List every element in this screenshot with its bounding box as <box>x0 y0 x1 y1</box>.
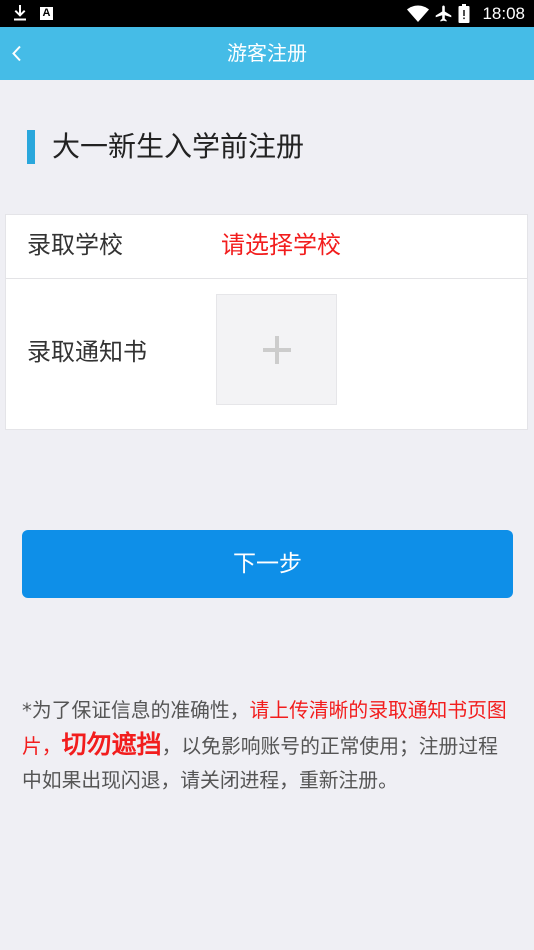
plus-icon <box>263 336 291 364</box>
download-icon <box>14 5 26 21</box>
admission-letter-label: 录取通知书 <box>27 338 147 366</box>
registration-form-card: 录取学校 请选择学校 录取通知书 <box>5 214 528 430</box>
airplane-mode-icon <box>435 5 452 22</box>
registration-notice: *为了保证信息的准确性，请上传清晰的录取通知书页图片，切勿遮挡，以免影响账号的正… <box>22 694 512 798</box>
app-notification-icon: A <box>40 7 53 20</box>
app-header: 游客注册 <box>0 27 534 80</box>
section-accent-bar <box>27 130 35 164</box>
notice-emphasis: 切勿遮挡 <box>61 730 162 759</box>
section-title: 大一新生入学前注册 <box>52 130 305 163</box>
status-time: 18:08 <box>482 4 525 23</box>
admission-letter-upload-button[interactable] <box>216 294 337 405</box>
wifi-icon <box>407 5 429 22</box>
school-row[interactable]: 录取学校 请选择学校 <box>6 215 527 278</box>
admission-letter-row: 录取通知书 <box>6 279 527 429</box>
battery-icon <box>458 4 470 23</box>
next-step-button[interactable]: 下一步 <box>22 530 513 598</box>
status-bar: A 18:08 <box>0 0 534 27</box>
page-title: 游客注册 <box>227 41 307 65</box>
school-label: 录取学校 <box>27 231 123 259</box>
school-select[interactable]: 请选择学校 <box>221 230 341 260</box>
notice-intro: *为了保证信息的准确性， <box>22 699 250 722</box>
